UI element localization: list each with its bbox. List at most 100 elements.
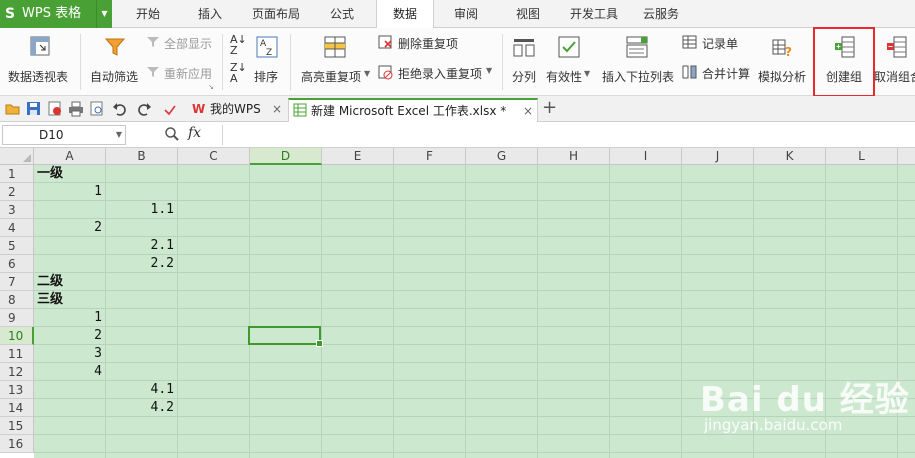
column-header-m[interactable] (898, 148, 915, 165)
menu-review[interactable]: 审阅 (442, 0, 490, 28)
tab-my-wps[interactable]: W 我的WPS × (186, 98, 286, 122)
highlight-duplicates-button[interactable]: 高亮重复项 ▼ (298, 32, 374, 90)
auto-filter-button[interactable]: 自动筛选 (88, 32, 142, 90)
column-header-k[interactable]: K (754, 148, 826, 165)
cell-a8[interactable]: 三级 (37, 291, 63, 309)
undo-icon[interactable] (112, 101, 128, 117)
row-header-14[interactable]: 14 (0, 399, 34, 417)
show-all-button[interactable]: 全部显示 (146, 34, 220, 52)
select-all-corner[interactable] (0, 148, 34, 165)
app-menu-button[interactable]: S WPS 表格 ▼ (0, 0, 112, 28)
cell-a1[interactable]: 一级 (37, 165, 63, 183)
cell-a12[interactable]: 4 (37, 363, 102, 381)
reapply-button[interactable]: 重新应用 (146, 64, 220, 82)
gridline (537, 165, 538, 458)
app-dropdown-icon[interactable]: ▼ (96, 0, 112, 28)
name-box[interactable]: D10 ▼ (2, 125, 126, 145)
menu-view[interactable]: 视图 (504, 0, 552, 28)
active-cell-d10[interactable] (248, 326, 323, 347)
cell-b14[interactable]: 4.2 (109, 399, 174, 417)
filter-dialog-launcher-icon[interactable]: ↘ (208, 83, 216, 91)
highlight-annotation-box (813, 27, 875, 97)
menu-insert[interactable]: 插入 (186, 0, 234, 28)
cell-b13[interactable]: 4.1 (109, 381, 174, 399)
row-header-6[interactable]: 6 (0, 255, 34, 273)
row-header-15[interactable]: 15 (0, 417, 34, 435)
cell-b3[interactable]: 1.1 (109, 201, 174, 219)
column-header-d[interactable]: D (250, 148, 322, 165)
cell-a10[interactable]: 2 (37, 327, 102, 345)
open-folder-icon[interactable] (5, 101, 21, 117)
save-icon[interactable] (26, 101, 42, 117)
row-header-10[interactable]: 10 (0, 327, 34, 345)
cell-a11[interactable]: 3 (37, 345, 102, 363)
column-header-c[interactable]: C (178, 148, 250, 165)
column-header-a[interactable]: A (34, 148, 106, 165)
insert-dropdown-list-button[interactable]: 插入下拉列表 (600, 32, 676, 90)
row-header-9[interactable]: 9 (0, 309, 34, 327)
cell-b5[interactable]: 2.1 (109, 237, 174, 255)
customize-toolbar-icon[interactable] (162, 101, 178, 117)
gridline (34, 434, 915, 435)
row-header-5[interactable]: 5 (0, 237, 34, 255)
delete-duplicates-button[interactable]: 删除重复项 (378, 34, 488, 52)
sort-button[interactable]: A Z 排序 (252, 32, 282, 90)
sort-ascending-button[interactable]: A↓ Z (230, 34, 250, 56)
validity-label: 有效性 (546, 70, 583, 84)
validity-button[interactable]: 有效性 ▼ (544, 32, 594, 90)
zoom-icon[interactable] (164, 126, 180, 142)
column-header-j[interactable]: J (682, 148, 754, 165)
row-header-12[interactable]: 12 (0, 363, 34, 381)
column-header-f[interactable]: F (394, 148, 466, 165)
new-tab-button[interactable]: + (542, 98, 560, 122)
close-icon[interactable]: × (272, 98, 282, 120)
redo-icon[interactable] (136, 101, 152, 117)
column-header-h[interactable]: H (538, 148, 610, 165)
pivot-table-button[interactable]: 数据透视表 (4, 32, 76, 90)
cell-b6[interactable]: 2.2 (109, 255, 174, 273)
insert-function-icon[interactable]: fx (188, 125, 201, 141)
ungroup-button[interactable]: 取消组合 (874, 32, 915, 90)
cell-a9[interactable]: 1 (37, 309, 102, 327)
row-header-11[interactable]: 11 (0, 345, 34, 363)
cell-area[interactable]: 一级 1 1.1 2 2.1 2.2 二级 三级 1 2 3 4 4.1 4.2 (34, 165, 915, 458)
column-header-e[interactable]: E (322, 148, 394, 165)
column-header-b[interactable]: B (106, 148, 178, 165)
record-sheet-button[interactable]: 记录单 (682, 34, 750, 52)
consolidate-button[interactable]: 合并计算 (682, 64, 756, 82)
menu-home[interactable]: 开始 (124, 0, 172, 28)
row-header-1[interactable]: 1 (0, 165, 34, 183)
pivot-table-icon (30, 36, 50, 56)
row-header-4[interactable]: 4 (0, 219, 34, 237)
highlight-duplicates-icon (324, 36, 346, 58)
split-column-button[interactable]: 分列 (506, 32, 542, 90)
reject-duplicates-button[interactable]: 拒绝录入重复项 ▼ (378, 64, 498, 82)
reject-duplicates-label: 拒绝录入重复项 (398, 67, 483, 81)
print-icon[interactable] (68, 101, 84, 117)
column-header-l[interactable]: L (826, 148, 898, 165)
sort-descending-button[interactable]: Z↓ A (230, 62, 250, 84)
row-header-7[interactable]: 7 (0, 273, 34, 291)
menu-formula[interactable]: 公式 (318, 0, 366, 28)
column-header-i[interactable]: I (610, 148, 682, 165)
column-header-g[interactable]: G (466, 148, 538, 165)
row-header-3[interactable]: 3 (0, 201, 34, 219)
menu-cloud[interactable]: 云服务 (636, 0, 686, 28)
formula-input[interactable] (222, 125, 912, 145)
close-icon[interactable]: × (523, 100, 533, 122)
export-pdf-icon[interactable] (47, 101, 63, 117)
row-header-8[interactable]: 8 (0, 291, 34, 309)
menu-developer[interactable]: 开发工具 (562, 0, 626, 28)
row-header-2[interactable]: 2 (0, 183, 34, 201)
what-if-analysis-button[interactable]: ? 模拟分析 (756, 32, 810, 90)
cell-a4[interactable]: 2 (37, 219, 102, 237)
menu-page-layout[interactable]: 页面布局 (244, 0, 308, 28)
row-header-16[interactable]: 16 (0, 435, 34, 453)
chevron-down-icon[interactable]: ▼ (116, 126, 122, 144)
cell-a2[interactable]: 1 (37, 183, 102, 201)
row-header-13[interactable]: 13 (0, 381, 34, 399)
tab-document[interactable]: 新建 Microsoft Excel 工作表.xlsx * × (288, 98, 538, 122)
cell-a7[interactable]: 二级 (37, 273, 63, 291)
menu-data[interactable]: 数据 (376, 0, 434, 29)
print-preview-icon[interactable] (89, 101, 105, 117)
